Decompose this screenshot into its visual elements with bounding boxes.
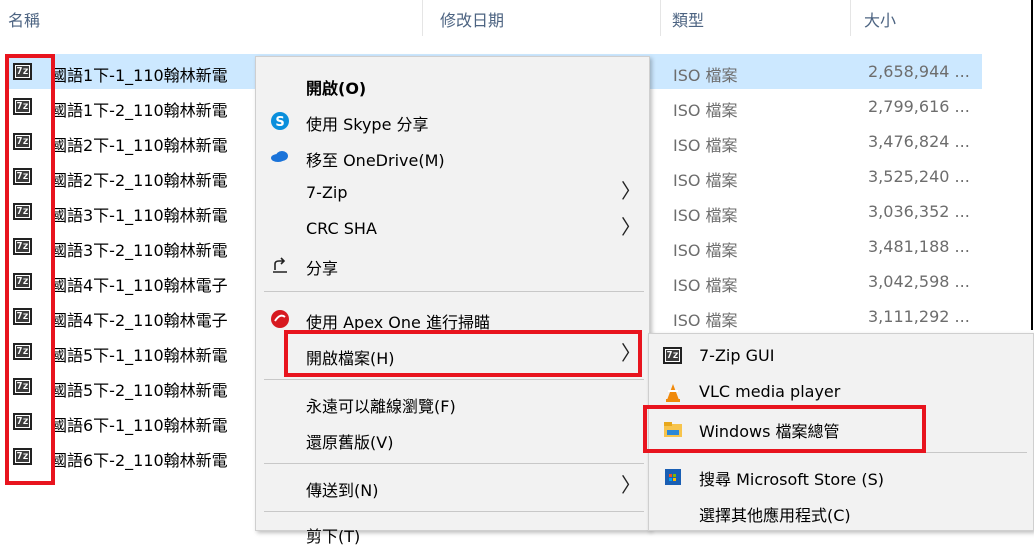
menu-item-open[interactable]: 開啟(O) [256, 67, 649, 103]
menu-item-label: 7-Zip [306, 183, 348, 202]
menu-item-cut[interactable]: 剪下(T) [256, 515, 649, 551]
submenu-item-label: 7-Zip GUI [699, 346, 775, 365]
submenu-item-label: VLC media player [699, 382, 841, 401]
file-type: ISO 檔案 [673, 241, 738, 260]
menu-separator [264, 463, 644, 464]
menu-separator [264, 379, 644, 380]
file-name: 國語5下-2_110翰林新電 [51, 381, 228, 400]
file-name: 國語2下-1_110翰林新電 [51, 136, 228, 155]
chevron-right-icon: 〉 [621, 215, 641, 239]
file-size: 2,799,616 ... [868, 97, 970, 116]
column-divider[interactable] [422, 0, 423, 36]
file-type: ISO 檔案 [673, 171, 738, 190]
file-name: 國語3下-2_110翰林新電 [51, 241, 228, 260]
column-header-bar: 名稱 修改日期 類型 大小 [0, 0, 1034, 36]
file-name: 國語3下-1_110翰林新電 [51, 206, 228, 225]
menu-item-crc-sha[interactable]: CRC SHA 〉 [256, 211, 649, 247]
file-type: ISO 檔案 [673, 206, 738, 225]
share-icon [270, 255, 290, 275]
file-name: 國語2下-2_110翰林新電 [51, 171, 228, 190]
menu-item-label: 剪下(T) [306, 527, 361, 546]
submenu-item-7zip-gui[interactable]: 7z 7-Zip GUI [649, 338, 1033, 374]
menu-item-label: 永遠可以離線瀏覽(F) [306, 397, 456, 416]
file-name: 國語6下-2_110翰林新電 [51, 451, 228, 470]
chevron-right-icon: 〉 [621, 179, 641, 203]
column-header-type[interactable]: 類型 [672, 7, 704, 31]
menu-item-label: 移至 OneDrive(M) [306, 151, 445, 170]
submenu-item-label: 搜尋 Microsoft Store (S) [699, 470, 885, 489]
file-size: 2,658,944 ... [868, 62, 970, 81]
skype-icon: S [270, 111, 290, 131]
file-size: 3,525,240 ... [868, 167, 970, 186]
annotation-box-file-icons [5, 54, 55, 485]
column-header-name[interactable]: 名稱 [8, 7, 40, 31]
microsoft-store-icon [663, 467, 683, 487]
file-type: ISO 檔案 [673, 311, 738, 330]
file-name: 國語4下-1_110翰林電子 [51, 276, 228, 295]
apex-one-icon [270, 309, 290, 329]
file-size: 3,476,824 ... [868, 132, 970, 151]
menu-item-label: CRC SHA [306, 219, 377, 238]
submenu-item-microsoft-store[interactable]: 搜尋 Microsoft Store (S) [649, 458, 1033, 494]
menu-item-label: 還原舊版(V) [306, 433, 394, 452]
menu-item-onedrive[interactable]: 移至 OneDrive(M) [256, 139, 649, 175]
menu-item-label: 分享 [306, 259, 339, 278]
menu-item-restore-previous[interactable]: 還原舊版(V) [256, 421, 649, 457]
submenu-item-choose-other-app[interactable]: 選擇其他應用程式(C) [649, 494, 1033, 530]
menu-separator [264, 511, 644, 512]
menu-item-skype-share[interactable]: S 使用 Skype 分享 [256, 103, 649, 139]
menu-item-label: 開啟(O) [306, 79, 367, 98]
annotation-box-open-with [284, 330, 642, 377]
menu-item-label: 使用 Skype 分享 [306, 115, 429, 134]
file-type: ISO 檔案 [673, 66, 738, 85]
window-edge [1031, 0, 1033, 330]
column-divider[interactable] [660, 0, 661, 36]
file-type: ISO 檔案 [673, 276, 738, 295]
file-size: 3,481,188 ... [868, 237, 970, 256]
svg-text:S: S [275, 115, 284, 130]
file-name: 國語6下-1_110翰林新電 [51, 416, 228, 435]
file-name: 國語1下-2_110翰林新電 [51, 101, 228, 120]
context-menu: 開啟(O) S 使用 Skype 分享 移至 OneDrive(M) 7-Zip… [255, 56, 650, 546]
file-size: 3,111,292 ... [868, 307, 970, 326]
file-type: ISO 檔案 [673, 101, 738, 120]
submenu-item-label: 選擇其他應用程式(C) [699, 506, 851, 525]
file-name: 國語5下-1_110翰林新電 [51, 346, 228, 365]
menu-item-send-to[interactable]: 傳送到(N) 〉 [256, 469, 649, 505]
7zip-icon: 7z [663, 347, 683, 367]
column-divider[interactable] [850, 0, 851, 36]
annotation-box-file-explorer [643, 405, 926, 453]
menu-separator [264, 291, 644, 292]
file-name: 國語4下-2_110翰林電子 [51, 311, 228, 330]
menu-item-7zip[interactable]: 7-Zip 〉 [256, 175, 649, 211]
menu-item-share[interactable]: 分享 [256, 247, 649, 283]
file-size: 3,042,598 ... [868, 272, 970, 291]
menu-item-label: 傳送到(N) [306, 481, 379, 500]
menu-item-always-offline[interactable]: 永遠可以離線瀏覽(F) [256, 385, 649, 421]
column-header-size[interactable]: 大小 [864, 7, 896, 31]
vlc-icon [663, 383, 683, 403]
file-type: ISO 檔案 [673, 136, 738, 155]
chevron-right-icon: 〉 [621, 473, 641, 497]
column-header-modified[interactable]: 修改日期 [440, 7, 504, 31]
file-name: 國語1下-1_110翰林新電 [51, 66, 228, 85]
onedrive-icon [270, 147, 290, 167]
file-size: 3,036,352 ... [868, 202, 970, 221]
